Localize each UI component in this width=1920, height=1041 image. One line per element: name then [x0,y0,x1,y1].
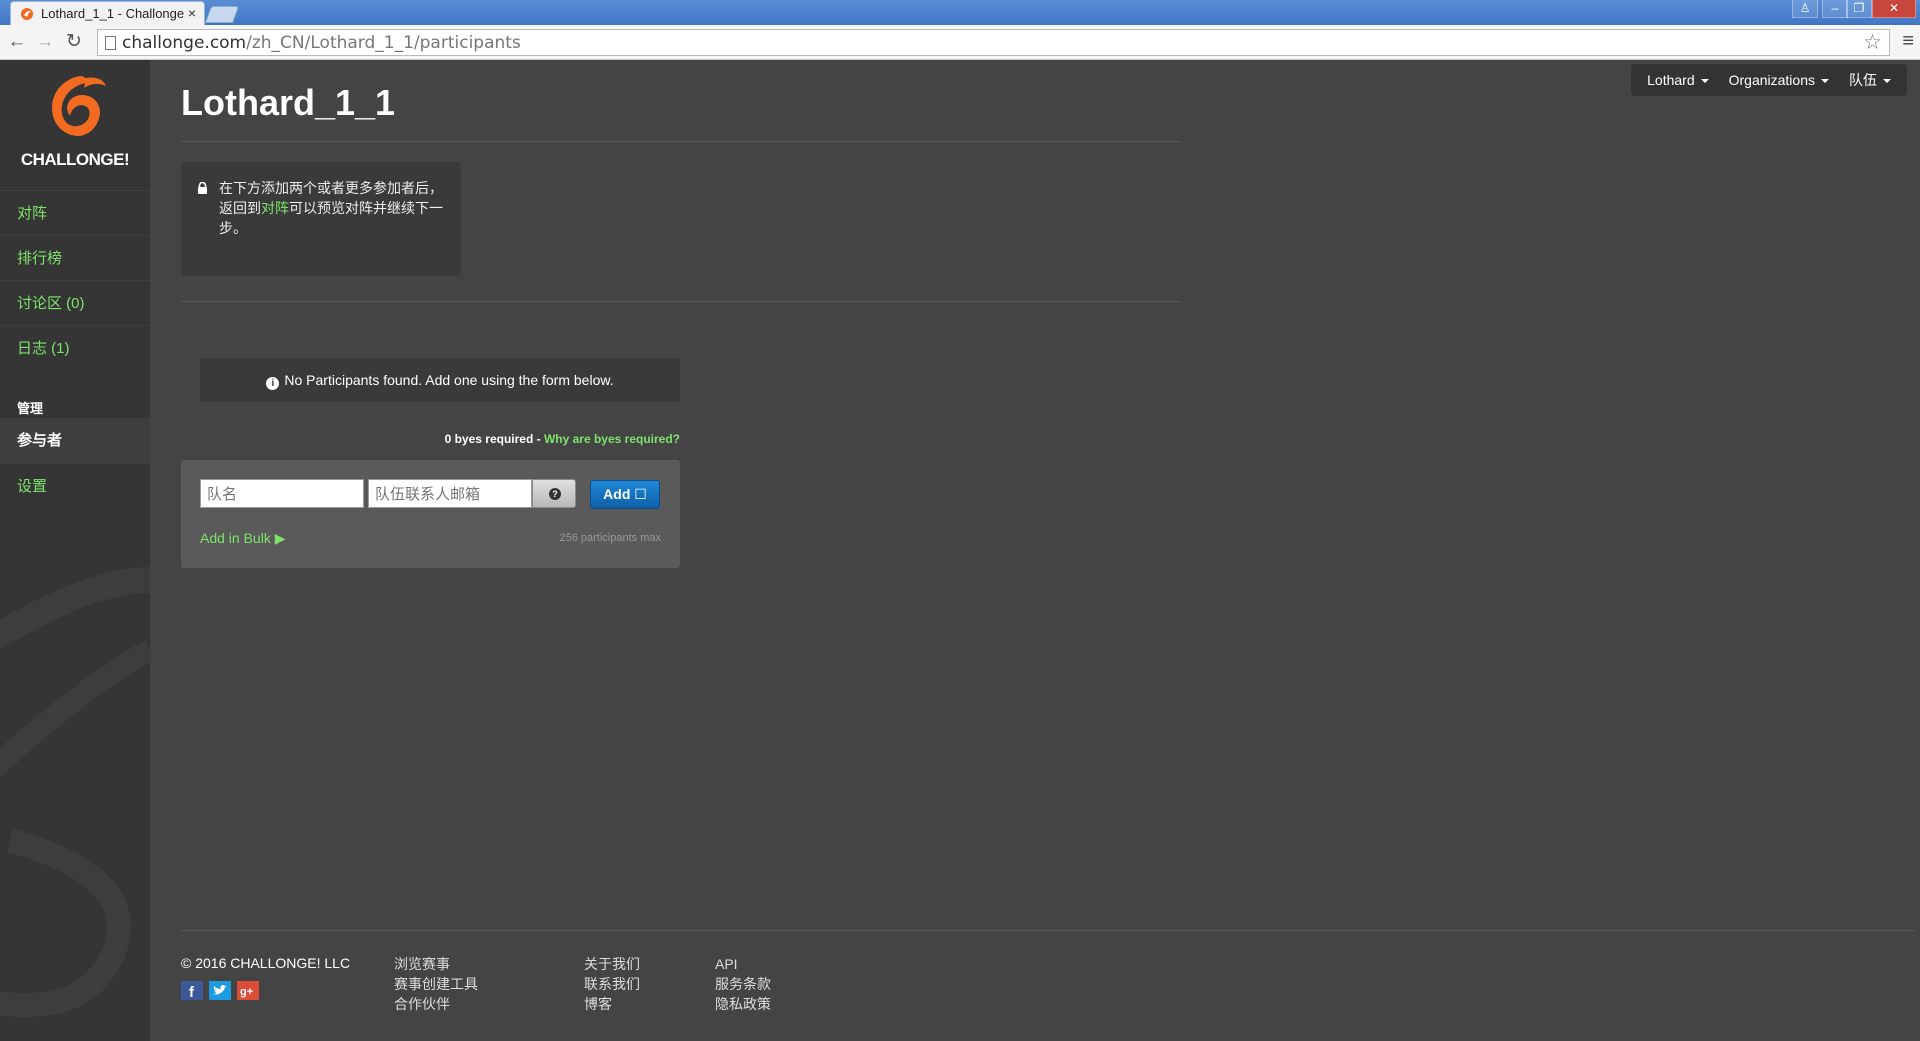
sidebar-item-discussion[interactable]: 讨论区 (0) [0,280,150,325]
organizations-menu-label: Organizations [1728,72,1815,88]
max-participants-note: 256 participants max [559,532,662,544]
twitter-icon[interactable] [209,981,231,1000]
footer-link-browse[interactable]: 浏览赛事 [394,954,478,974]
browser-toolbar: ← → ↻ challonge.com/zh_CN/Lothard_1_1/pa… [0,25,1920,60]
caret-down-icon [1883,79,1891,84]
add-in-bulk-link[interactable]: Add in Bulk ▶ [200,530,285,547]
bracket-link[interactable]: 对阵 [261,200,289,216]
sidebar-item-bracket[interactable]: 对阵 [0,190,150,235]
teams-menu[interactable]: 队伍 [1839,70,1901,90]
user-menu[interactable]: Lothard [1637,72,1718,88]
google-plus-letter: g+ [240,986,253,998]
google-plus-icon[interactable]: g+ [237,981,259,1000]
footer-links-browse: 浏览赛事 赛事创建工具 合作伙伴 [394,954,478,1014]
browser-titlebar: Lothard_1_1 - Challonge × ♙ – ❐ ✕ [0,0,1920,25]
sidebar-item-settings[interactable]: 设置 [0,463,150,508]
brand-name: CHALLONGE! [20,150,130,169]
byes-help-link[interactable]: Why are byes required? [544,432,680,446]
close-window-button[interactable]: ✕ [1872,0,1916,18]
info-icon: i [266,377,280,390]
address-bar[interactable]: challonge.com/zh_CN/Lothard_1_1/particip… [97,29,1890,56]
footer-links-about: 关于我们 联系我们 博客 [584,954,640,1014]
lock-icon [198,182,207,194]
browser-tab[interactable]: Lothard_1_1 - Challonge × [10,1,205,25]
sidebar-item-standings[interactable]: 排行榜 [0,235,150,280]
footer-link-blog[interactable]: 博客 [584,994,640,1014]
minimize-button[interactable]: – [1822,0,1848,18]
sidebar-item-log[interactable]: 日志 (1) [0,325,150,370]
info-alert: 在下方添加两个或者更多参加者后，返回到对阵可以预览对阵并继续下一步。 [181,162,461,276]
challonge-logo-icon [52,76,106,136]
byes-note: 0 byes required - Why are byes required? [181,432,680,446]
footer-link-terms[interactable]: 服务条款 [715,974,771,994]
page-icon [105,36,116,50]
team-name-input[interactable] [200,479,364,508]
restore-button[interactable]: ❐ [1846,0,1872,18]
browser-menu-icon[interactable]: ≡ [1902,30,1914,53]
bookmark-star-icon[interactable]: ☆ [1863,30,1882,55]
footer-link-about[interactable]: 关于我们 [584,954,640,974]
tab-title: Lothard_1_1 - Challonge [41,6,185,21]
byes-text: 0 byes required - [444,432,544,446]
sidebar-section-manage: 管理 [17,401,44,416]
footer-divider [181,930,1916,931]
caret-down-icon [1700,79,1709,84]
url-path: /zh_CN/Lothard_1_1/participants [246,33,521,53]
organizations-menu[interactable]: Organizations [1719,72,1839,88]
footer-link-privacy[interactable]: 隐私政策 [715,994,771,1014]
brand-logo[interactable]: CHALLONGE! [0,60,150,190]
divider [181,301,1181,302]
challonge-favicon-icon [21,8,33,20]
email-help-button[interactable]: ? [532,479,576,508]
reload-icon[interactable]: ↻ [63,31,85,53]
url-host: challonge.com [122,33,247,53]
footer-link-partners[interactable]: 合作伙伴 [394,994,478,1014]
footer-links-legal: API 服务条款 隐私政策 [715,954,771,1014]
question-icon: ? [549,488,561,500]
footer-link-contact[interactable]: 联系我们 [584,974,640,994]
team-email-input[interactable] [368,479,532,508]
back-arrow-icon[interactable]: ← [6,31,28,53]
user-menu-label: Lothard [1647,72,1695,88]
divider [181,141,1181,142]
sidebar-item-participants[interactable]: 参与者 [0,418,150,463]
user-nav: Lothard Organizations 队伍 [1631,64,1907,96]
sidebar: CHALLONGE! 对阵 排行榜 讨论区 (0) 日志 (1) 管理 参与者 … [0,60,150,1041]
footer-link-tools[interactable]: 赛事创建工具 [394,974,478,994]
facebook-icon[interactable]: f [181,981,203,1000]
teams-menu-label: 队伍 [1849,72,1877,88]
main-content: Lothard Organizations 队伍 Lothard_1_1 在下方… [150,60,1920,1041]
copyright: © 2016 CHALLONGE! LLC [181,955,351,971]
no-participants-text: No Participants found. Add one using the… [284,372,614,388]
add-participant-button[interactable]: Add ☐ [590,480,660,509]
footer-link-api[interactable]: API [715,954,771,974]
add-participant-form: ? Add ☐ Add in Bulk ▶ 256 participants m… [181,460,680,568]
caret-down-icon [1821,79,1829,84]
new-tab-button[interactable] [204,6,240,23]
no-participants-notice: i No Participants found. Add one using th… [200,358,680,402]
forward-arrow-icon[interactable]: → [34,31,56,53]
profile-icon[interactable]: ♙ [1792,0,1818,18]
url-text: challonge.com/zh_CN/Lothard_1_1/particip… [122,33,521,53]
page-title: Lothard_1_1 [181,82,396,123]
tab-close-icon[interactable]: × [188,5,196,21]
